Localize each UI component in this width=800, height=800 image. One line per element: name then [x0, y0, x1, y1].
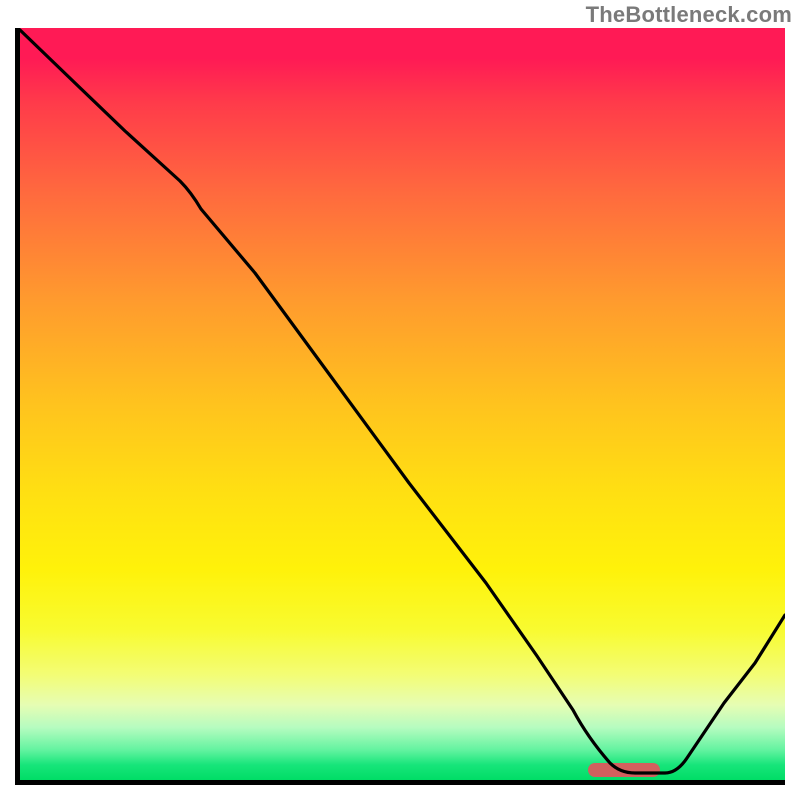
plot-frame [15, 28, 785, 785]
x-axis [15, 780, 785, 785]
y-axis [15, 28, 20, 785]
watermark-text: TheBottleneck.com [586, 2, 792, 28]
chart-container: TheBottleneck.com [0, 0, 800, 800]
curve-svg [15, 28, 785, 785]
bottleneck-curve-line [20, 30, 785, 773]
